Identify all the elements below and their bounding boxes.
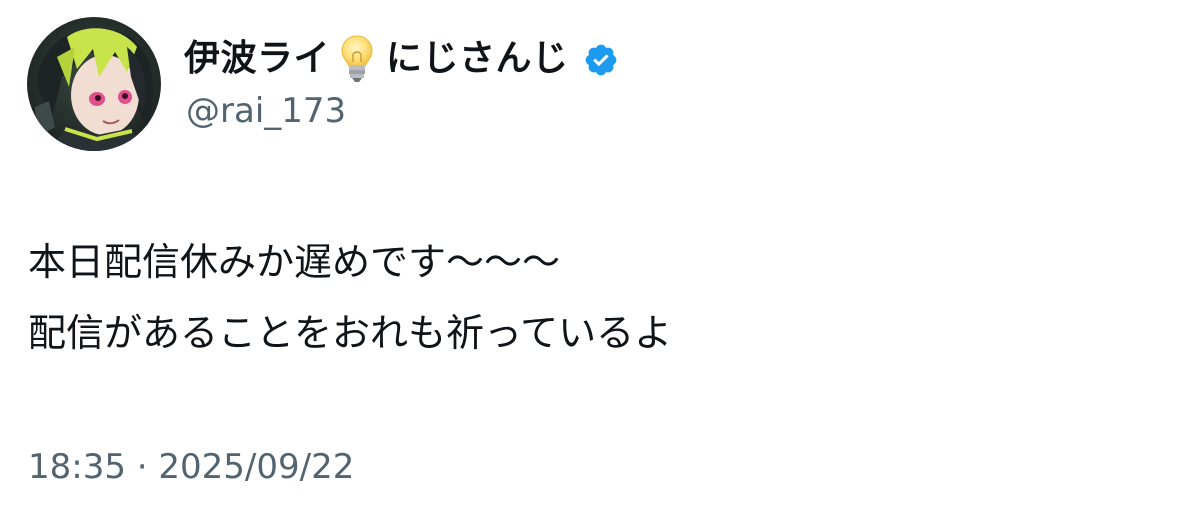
author-handle[interactable]: @rai_173 [186, 91, 346, 132]
tweet-text-line: 本日配信休みか遅めです〜〜〜 [28, 240, 561, 284]
author-name-row[interactable]: 伊波ライ にじさんじ [184, 28, 619, 90]
tweet-card: 伊波ライ にじさんじ @rai_173 本日配信休みか遅めです〜〜〜 配信がある… [0, 0, 1179, 507]
author-display-name[interactable]: 伊波ライ [184, 41, 330, 77]
avatar[interactable] [27, 17, 161, 151]
lightbulb-icon [340, 34, 374, 84]
tweet-text: 本日配信休みか遅めです〜〜〜 配信があることをおれも祈っているよ [28, 227, 1148, 369]
tweet-text-line: 配信があることをおれも祈っているよ [28, 311, 673, 355]
tweet-timestamp[interactable]: 18:35 · 2025/09/22 [28, 447, 354, 488]
verified-badge-icon [583, 42, 619, 78]
author-name-suffix[interactable]: にじさんじ [386, 41, 569, 77]
avatar-image [27, 17, 161, 151]
